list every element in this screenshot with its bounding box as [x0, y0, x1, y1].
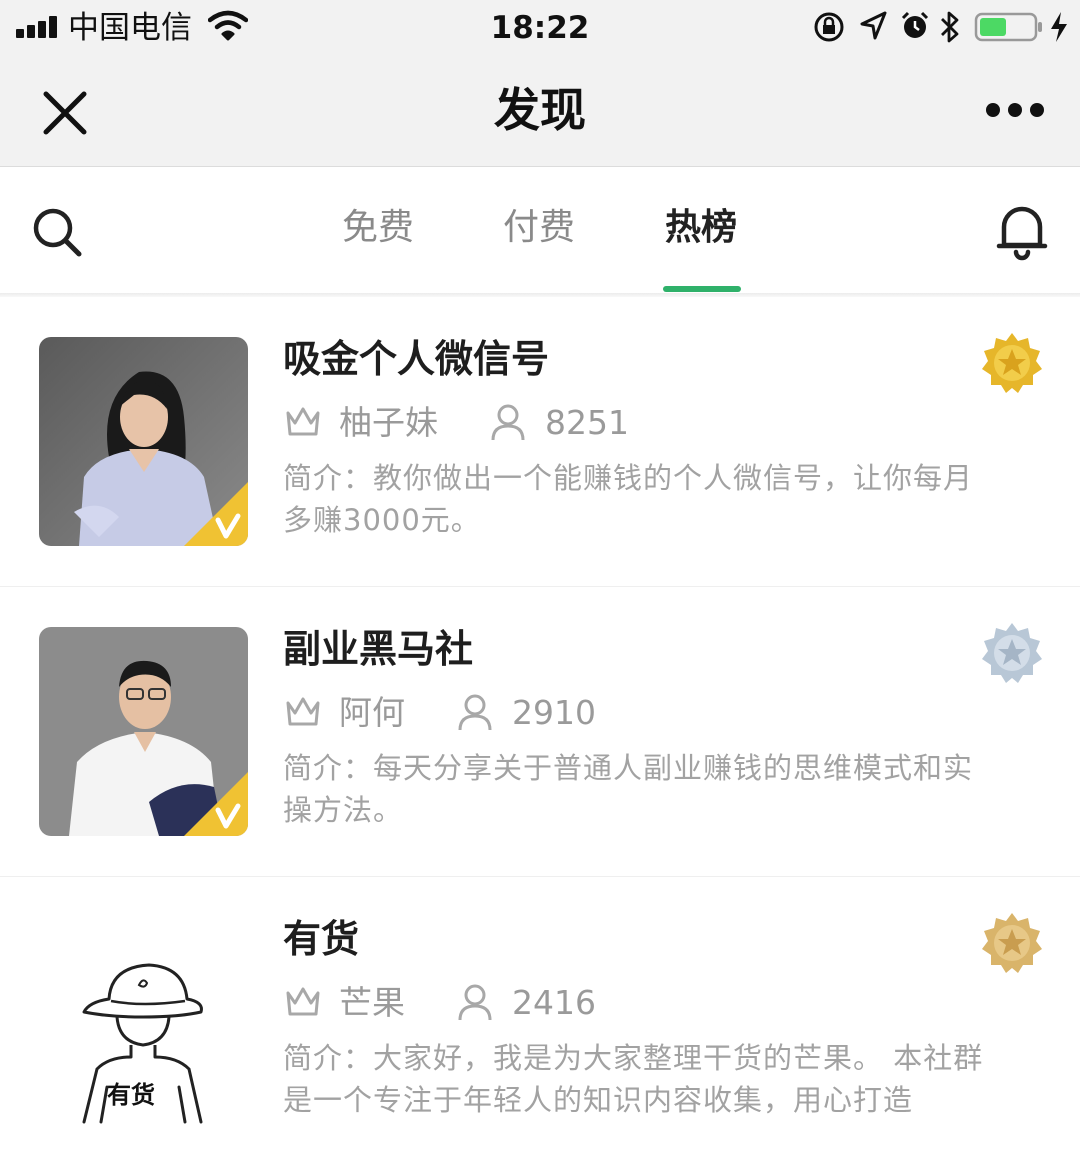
- page-title: 发现: [494, 83, 586, 137]
- group-title: 副业黑马社: [283, 627, 474, 671]
- search-icon[interactable]: [30, 205, 84, 259]
- person-icon: [491, 404, 525, 441]
- verified-badge-icon: [184, 482, 248, 546]
- verified-badge-icon: [184, 772, 248, 836]
- tab-hot-list[interactable]: 热榜: [641, 203, 761, 253]
- person-icon: [458, 694, 492, 731]
- alarm-icon: [901, 11, 929, 38]
- tab-paid[interactable]: 付费: [479, 203, 599, 253]
- crown-icon: [286, 987, 320, 1016]
- group-description: 简介：大家好，我是为大家整理干货的芒果。 本社群是一个专注于年轻人的知识内容收集…: [283, 1041, 984, 1117]
- gold-star-badge-icon: [982, 333, 1042, 393]
- silver-star-badge-icon: [982, 623, 1042, 683]
- member-count: 8251: [545, 403, 629, 442]
- location-icon: [860, 11, 887, 40]
- rotation-lock-icon: [814, 12, 844, 42]
- bell-icon[interactable]: [994, 201, 1050, 261]
- group-title: 吸金个人微信号: [283, 337, 550, 381]
- active-tab-indicator: [663, 286, 741, 292]
- group-description: 简介：每天分享关于普通人副业赚钱的思维模式和实操方法。: [283, 751, 974, 827]
- tab-free[interactable]: 免费: [318, 203, 438, 253]
- meta-row: 阿何 2910: [283, 691, 983, 735]
- battery-icon: [974, 12, 1042, 42]
- list-item[interactable]: 副业黑马社 阿何 2910 简介：每天分享关于普通人副业赚钱的思维模式和实操方法…: [0, 587, 1080, 877]
- member-count: 2416: [512, 983, 596, 1022]
- group-title: 有货: [283, 917, 360, 961]
- meta-row: 柚子妹 8251: [283, 401, 983, 445]
- member-count: 2910: [512, 693, 596, 732]
- owner-name: 芒果: [339, 983, 405, 1022]
- more-icon[interactable]: [984, 100, 1046, 120]
- avatar[interactable]: 有货: [39, 917, 248, 1126]
- avatar[interactable]: [39, 627, 248, 836]
- owner-name: 柚子妹: [339, 403, 438, 442]
- avatar-illustration: 有货: [39, 917, 248, 1126]
- meta-row: 芒果 2416: [283, 981, 983, 1025]
- list-item[interactable]: 吸金个人微信号 柚子妹 8251 简介：教你做出一个能赚钱的个人微信号，让你每月…: [0, 297, 1080, 587]
- owner-name: 阿何: [339, 693, 405, 732]
- charging-icon: [1051, 12, 1067, 42]
- avatar-text: 有货: [107, 1081, 155, 1109]
- crown-icon: [286, 407, 320, 436]
- avatar[interactable]: [39, 337, 248, 546]
- status-icons: [808, 10, 1076, 46]
- person-icon: [458, 984, 492, 1021]
- list-item[interactable]: 有货 有货 芒果 2416 简介：大家好，我是为大家整理干货的芒果。 本社群是一…: [0, 877, 1080, 1167]
- bluetooth-icon: [941, 11, 959, 43]
- group-description: 简介：教你做出一个能赚钱的个人微信号，让你每月多赚3000元。: [283, 461, 974, 537]
- crown-icon: [286, 697, 320, 726]
- tab-bar: 免费 付费 热榜: [0, 167, 1080, 295]
- nav-bar: 发现: [0, 56, 1080, 167]
- bronze-star-badge-icon: [982, 913, 1042, 973]
- status-bar: 中国电信 18:22: [0, 0, 1080, 56]
